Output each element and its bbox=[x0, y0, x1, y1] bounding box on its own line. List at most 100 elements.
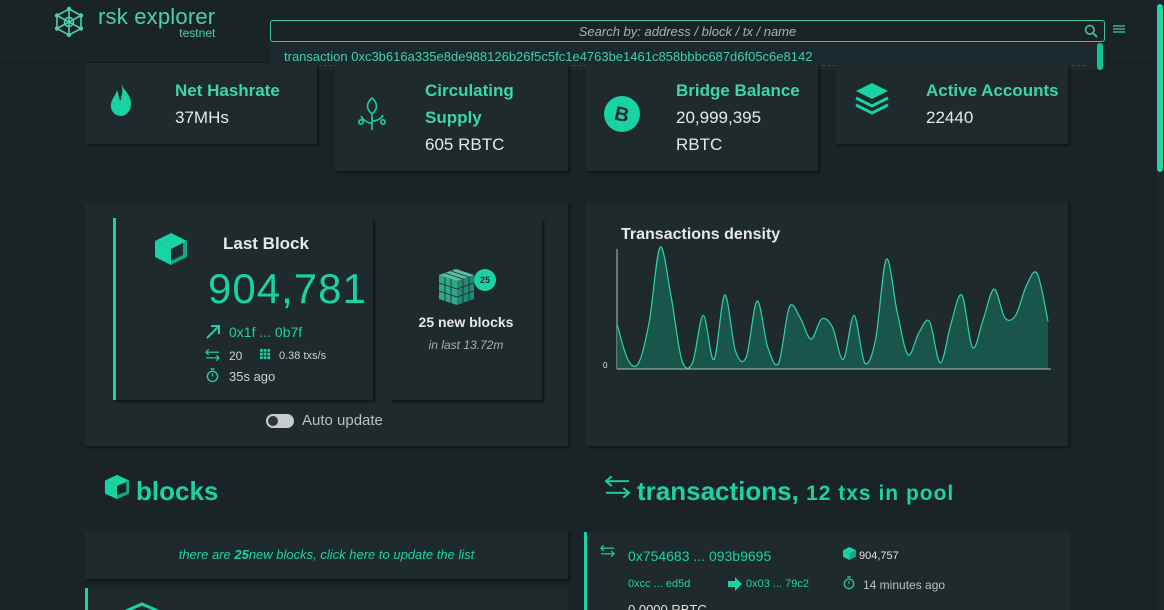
stat-card-supply: Circulating Supply 605 RBTC bbox=[335, 63, 568, 171]
density-point-28 bbox=[917, 332, 920, 335]
block-cube-icon bbox=[125, 602, 159, 610]
new-blocks-card[interactable]: 25 25 new blocks in last 13.72m bbox=[390, 218, 542, 400]
top-header: rsk explorer testnet transaction 0xc3b61… bbox=[0, 0, 1164, 70]
transactions-section-title: transactions, 12 txs in pool bbox=[637, 476, 954, 507]
auto-update-toggle[interactable] bbox=[266, 414, 294, 428]
stat-value: 20,999,395 RBTC bbox=[676, 104, 761, 158]
density-point-37 bbox=[1014, 314, 1017, 317]
rsk-logo-icon bbox=[54, 6, 84, 38]
tx-to-address[interactable]: 0x03 ... 79c2 bbox=[746, 578, 809, 590]
block-list-item[interactable] bbox=[85, 588, 568, 610]
bitcoin-icon: B bbox=[604, 96, 640, 132]
stat-card-bridge: B Bridge Balance 20,999,395 RBTC bbox=[586, 63, 818, 171]
density-point-1 bbox=[626, 358, 629, 361]
miner-icon bbox=[206, 325, 220, 339]
stopwatch-icon bbox=[843, 576, 855, 590]
stat-value: 22440 bbox=[926, 108, 974, 127]
density-point-31 bbox=[950, 322, 953, 325]
density-point-33 bbox=[971, 346, 974, 349]
search-icon[interactable] bbox=[1084, 24, 1098, 38]
density-point-11 bbox=[734, 350, 737, 353]
page-scrollbar[interactable] bbox=[1156, 0, 1164, 610]
density-point-3 bbox=[648, 320, 651, 323]
density-point-39 bbox=[1036, 272, 1039, 275]
suggestion-item[interactable]: transaction 0xc3b616a335e8de988126b26f5c… bbox=[284, 49, 812, 64]
tx-rate: 0.38 txs/s bbox=[279, 350, 327, 362]
stat-label: Active Accounts bbox=[926, 81, 1059, 100]
density-point-34 bbox=[982, 318, 985, 321]
density-point-18 bbox=[810, 338, 813, 341]
density-point-16 bbox=[788, 306, 791, 309]
transactions-title: transactions, bbox=[637, 476, 799, 506]
tx-block-number[interactable]: 904,757 bbox=[859, 550, 899, 562]
last-block-card[interactable]: Last Block 904,781 0x1f ... 0b7f 20 0.38… bbox=[113, 218, 373, 400]
tx-hash-link[interactable]: 0x754683 ... 093b9695 bbox=[628, 548, 771, 564]
density-point-25 bbox=[885, 258, 888, 261]
new-blocks-notice[interactable]: there are 25new blocks, click here to up… bbox=[85, 531, 568, 579]
density-point-13 bbox=[756, 300, 759, 303]
density-chart bbox=[616, 246, 1051, 370]
menu-icon[interactable] bbox=[1113, 24, 1125, 34]
density-point-10 bbox=[723, 294, 726, 297]
new-blocks-title: 25 new blocks bbox=[418, 314, 514, 330]
density-point-30 bbox=[939, 362, 942, 365]
density-point-12 bbox=[745, 356, 748, 359]
last-block-number[interactable]: 904,781 bbox=[208, 265, 367, 313]
density-point-29 bbox=[928, 320, 931, 323]
stopwatch-icon bbox=[206, 368, 219, 383]
stat-label: Net Hashrate bbox=[175, 81, 280, 100]
transactions-icon bbox=[604, 475, 631, 499]
search-input[interactable] bbox=[271, 21, 1104, 41]
density-point-24 bbox=[874, 338, 877, 341]
pool-count: 12 txs in pool bbox=[806, 482, 955, 505]
tx-count: 20 bbox=[229, 349, 243, 363]
blocks-section-title: blocks bbox=[136, 476, 219, 506]
density-point-23 bbox=[863, 362, 866, 365]
new-blocks-badge: 25 bbox=[479, 275, 490, 285]
density-point-8 bbox=[702, 314, 705, 317]
notice-text[interactable]: there are 25new blocks, click here to up… bbox=[85, 547, 568, 562]
density-point-20 bbox=[831, 326, 834, 329]
stat-card-hashrate: Net Hashrate 37MHs bbox=[85, 63, 317, 144]
blocks-stack-icon bbox=[438, 269, 496, 305]
density-point-26 bbox=[896, 310, 899, 313]
toggle-knob bbox=[268, 416, 278, 426]
blocks-cube-icon bbox=[104, 474, 130, 500]
density-point-7 bbox=[691, 362, 694, 365]
new-blocks-subtitle: in last 13.72m bbox=[428, 338, 504, 352]
density-point-15 bbox=[777, 362, 780, 365]
last-block-title: Last Block bbox=[223, 234, 309, 253]
auto-update-label: Auto update bbox=[302, 412, 383, 429]
tx-value: 0.0000 RBTC bbox=[628, 602, 707, 610]
miner-address[interactable]: 0x1f ... 0b7f bbox=[229, 324, 302, 340]
transaction-row[interactable]: 0x754683 ... 093b9695 904,757 0xcc ... e… bbox=[584, 532, 1070, 610]
rate-icon bbox=[260, 349, 271, 360]
logo[interactable]: rsk explorer testnet bbox=[54, 6, 215, 39]
fire-icon bbox=[110, 83, 131, 116]
logo-title: rsk explorer bbox=[98, 4, 216, 29]
arrow-right-icon bbox=[728, 577, 742, 591]
density-point-21 bbox=[842, 358, 845, 361]
density-point-38 bbox=[1025, 284, 1028, 287]
page-scrollbar-thumb[interactable] bbox=[1157, 4, 1163, 172]
density-point-4 bbox=[659, 246, 662, 249]
stat-value-line: RBTC bbox=[676, 135, 723, 154]
stat-card-accounts: Active Accounts 22440 bbox=[836, 63, 1068, 144]
tx-from-address[interactable]: 0xcc ... ed5d bbox=[628, 578, 690, 590]
stat-label: Bridge Balance bbox=[676, 81, 800, 100]
notice-count: 25 bbox=[234, 547, 249, 562]
suggestion-scrollbar[interactable] bbox=[1097, 43, 1103, 70]
density-point-9 bbox=[713, 358, 716, 361]
density-point-5 bbox=[669, 294, 672, 297]
notice-prefix: there are bbox=[178, 547, 235, 562]
transfer-icon bbox=[205, 349, 220, 361]
density-point-19 bbox=[820, 318, 823, 321]
suggestion-type: transaction bbox=[284, 49, 348, 64]
layers-icon bbox=[855, 83, 889, 115]
block-small-icon bbox=[843, 547, 856, 560]
density-point-35 bbox=[993, 288, 996, 291]
density-point-2 bbox=[637, 362, 640, 365]
search-box[interactable] bbox=[270, 20, 1105, 42]
density-point-40 bbox=[1047, 320, 1050, 323]
density-point-22 bbox=[853, 314, 856, 317]
